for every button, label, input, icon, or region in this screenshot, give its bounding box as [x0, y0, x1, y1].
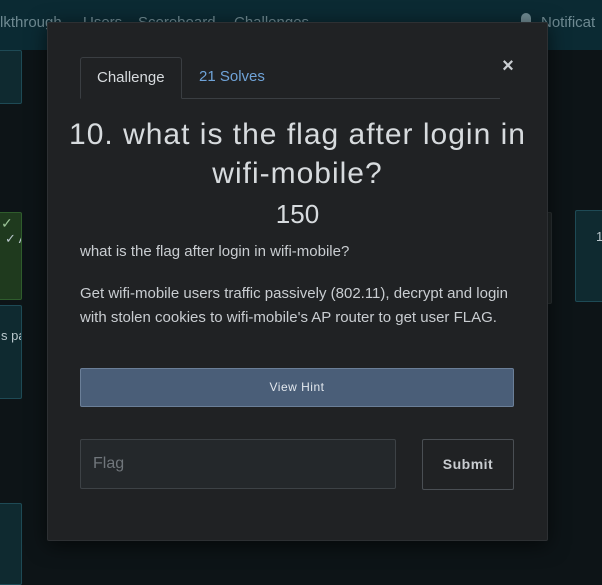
check-icon: ✓	[1, 215, 13, 231]
view-hint-button[interactable]: View Hint	[80, 368, 514, 407]
nav-link-notifications[interactable]: Notificat	[541, 14, 595, 31]
challenge-card-solved[interactable]: ✓ ✓ AI	[0, 212, 22, 300]
challenge-card[interactable]	[0, 50, 22, 104]
close-button[interactable]: ×	[499, 55, 517, 77]
tab-solves[interactable]: 21 Solves	[183, 57, 281, 97]
modal-tabs: Challenge 21 Solves	[80, 57, 500, 99]
challenge-card-label: s pa	[1, 328, 21, 343]
challenge-short-description: what is the flag after login in wifi-mob…	[80, 243, 350, 260]
challenge-card-label: 1	[596, 229, 602, 244]
challenge-title: 10. what is the flag after login in wifi…	[69, 118, 526, 190]
tab-challenge[interactable]: Challenge	[80, 57, 182, 99]
challenge-card[interactable]: 1	[575, 210, 602, 302]
challenge-card-label: ✓ AI	[5, 231, 21, 246]
challenge-card[interactable]: s pa	[0, 305, 22, 399]
challenge-modal: × Challenge 21 Solves 10. what is the fl…	[47, 22, 548, 541]
challenge-description: Get wifi-mobile users traffic passively …	[80, 285, 508, 326]
challenge-points: 150	[275, 199, 320, 229]
submit-button[interactable]: Submit	[422, 439, 514, 490]
flag-input[interactable]	[80, 439, 396, 489]
challenge-card[interactable]	[0, 503, 22, 585]
